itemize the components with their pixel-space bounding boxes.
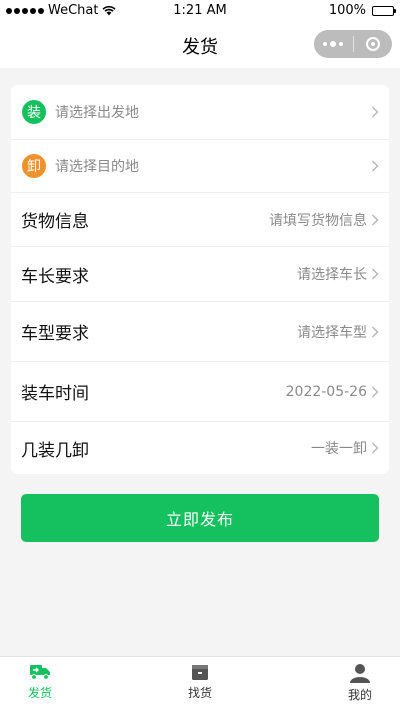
chevron-right-icon (372, 106, 379, 118)
battery-icon (372, 5, 396, 16)
close-mini-program-button[interactable] (353, 30, 392, 58)
truck-type-value: 请选择车型 (297, 324, 367, 341)
mini-program-capsule (314, 30, 392, 58)
shipment-form-card: 装 请选择出发地 卸 请选择目的地 货物信息 请填写货物信息 车长要求 请选择车… (11, 85, 389, 474)
tab-ship-label: 发货 (27, 686, 52, 700)
publish-button[interactable]: 立即发布 (21, 494, 379, 542)
truck-type-row[interactable]: 车型要求 请选择车型 (11, 302, 389, 362)
chevron-right-icon (372, 326, 379, 337)
loading-time-label: 装车时间 (21, 384, 89, 404)
close-ring-icon (365, 37, 380, 51)
load-unload-count-label: 几装几卸 (21, 440, 89, 461)
tab-find-cargo[interactable]: 找货 (170, 663, 230, 701)
more-dots-icon (323, 41, 344, 47)
truck-type-label: 车型要求 (21, 324, 89, 344)
cargo-info-label: 货物信息 (21, 212, 89, 232)
loading-time-value: 2022-05-26 (285, 383, 367, 400)
truck-length-label: 车长要求 (21, 266, 89, 287)
destination-row[interactable]: 卸 请选择目的地 (11, 140, 389, 193)
user-icon (350, 664, 370, 683)
chevron-right-icon (372, 268, 379, 280)
tab-mine-label: 我的 (347, 688, 372, 702)
battery-percent: 100% (328, 3, 366, 18)
truck-length-row[interactable]: 车长要求 请选择车长 (11, 247, 389, 302)
chevron-right-icon (372, 442, 379, 454)
load-badge: 装 (22, 100, 46, 124)
load-unload-count-value: 一装一卸 (311, 441, 367, 457)
truck-length-value: 请选择车长 (297, 267, 367, 283)
chevron-right-icon (372, 386, 379, 397)
tab-find-cargo-label: 找货 (187, 686, 212, 700)
status-bar: WeChat 1:21 AM 100% (0, 0, 400, 22)
tab-mine[interactable]: 我的 (330, 663, 390, 703)
status-right: 100% (328, 3, 396, 18)
chevron-right-icon (372, 214, 379, 225)
load-unload-count-row[interactable]: 几装几卸 一装一卸 (11, 422, 389, 474)
tab-bar: 发货 找货 我的 (0, 656, 400, 711)
origin-row[interactable]: 装 请选择出发地 (11, 85, 389, 140)
unload-badge: 卸 (22, 154, 46, 178)
box-icon (192, 665, 208, 680)
truck-icon (30, 665, 50, 680)
loading-time-row[interactable]: 装车时间 2022-05-26 (11, 362, 389, 422)
tab-ship[interactable]: 发货 (10, 663, 70, 701)
origin-placeholder: 请选择出发地 (55, 105, 139, 121)
cargo-info-value: 请填写货物信息 (269, 212, 367, 229)
destination-placeholder: 请选择目的地 (55, 159, 139, 175)
more-button[interactable] (314, 30, 353, 58)
chevron-right-icon (372, 160, 379, 172)
nav-bar: 发货 (0, 22, 400, 68)
cargo-info-row[interactable]: 货物信息 请填写货物信息 (11, 193, 389, 247)
